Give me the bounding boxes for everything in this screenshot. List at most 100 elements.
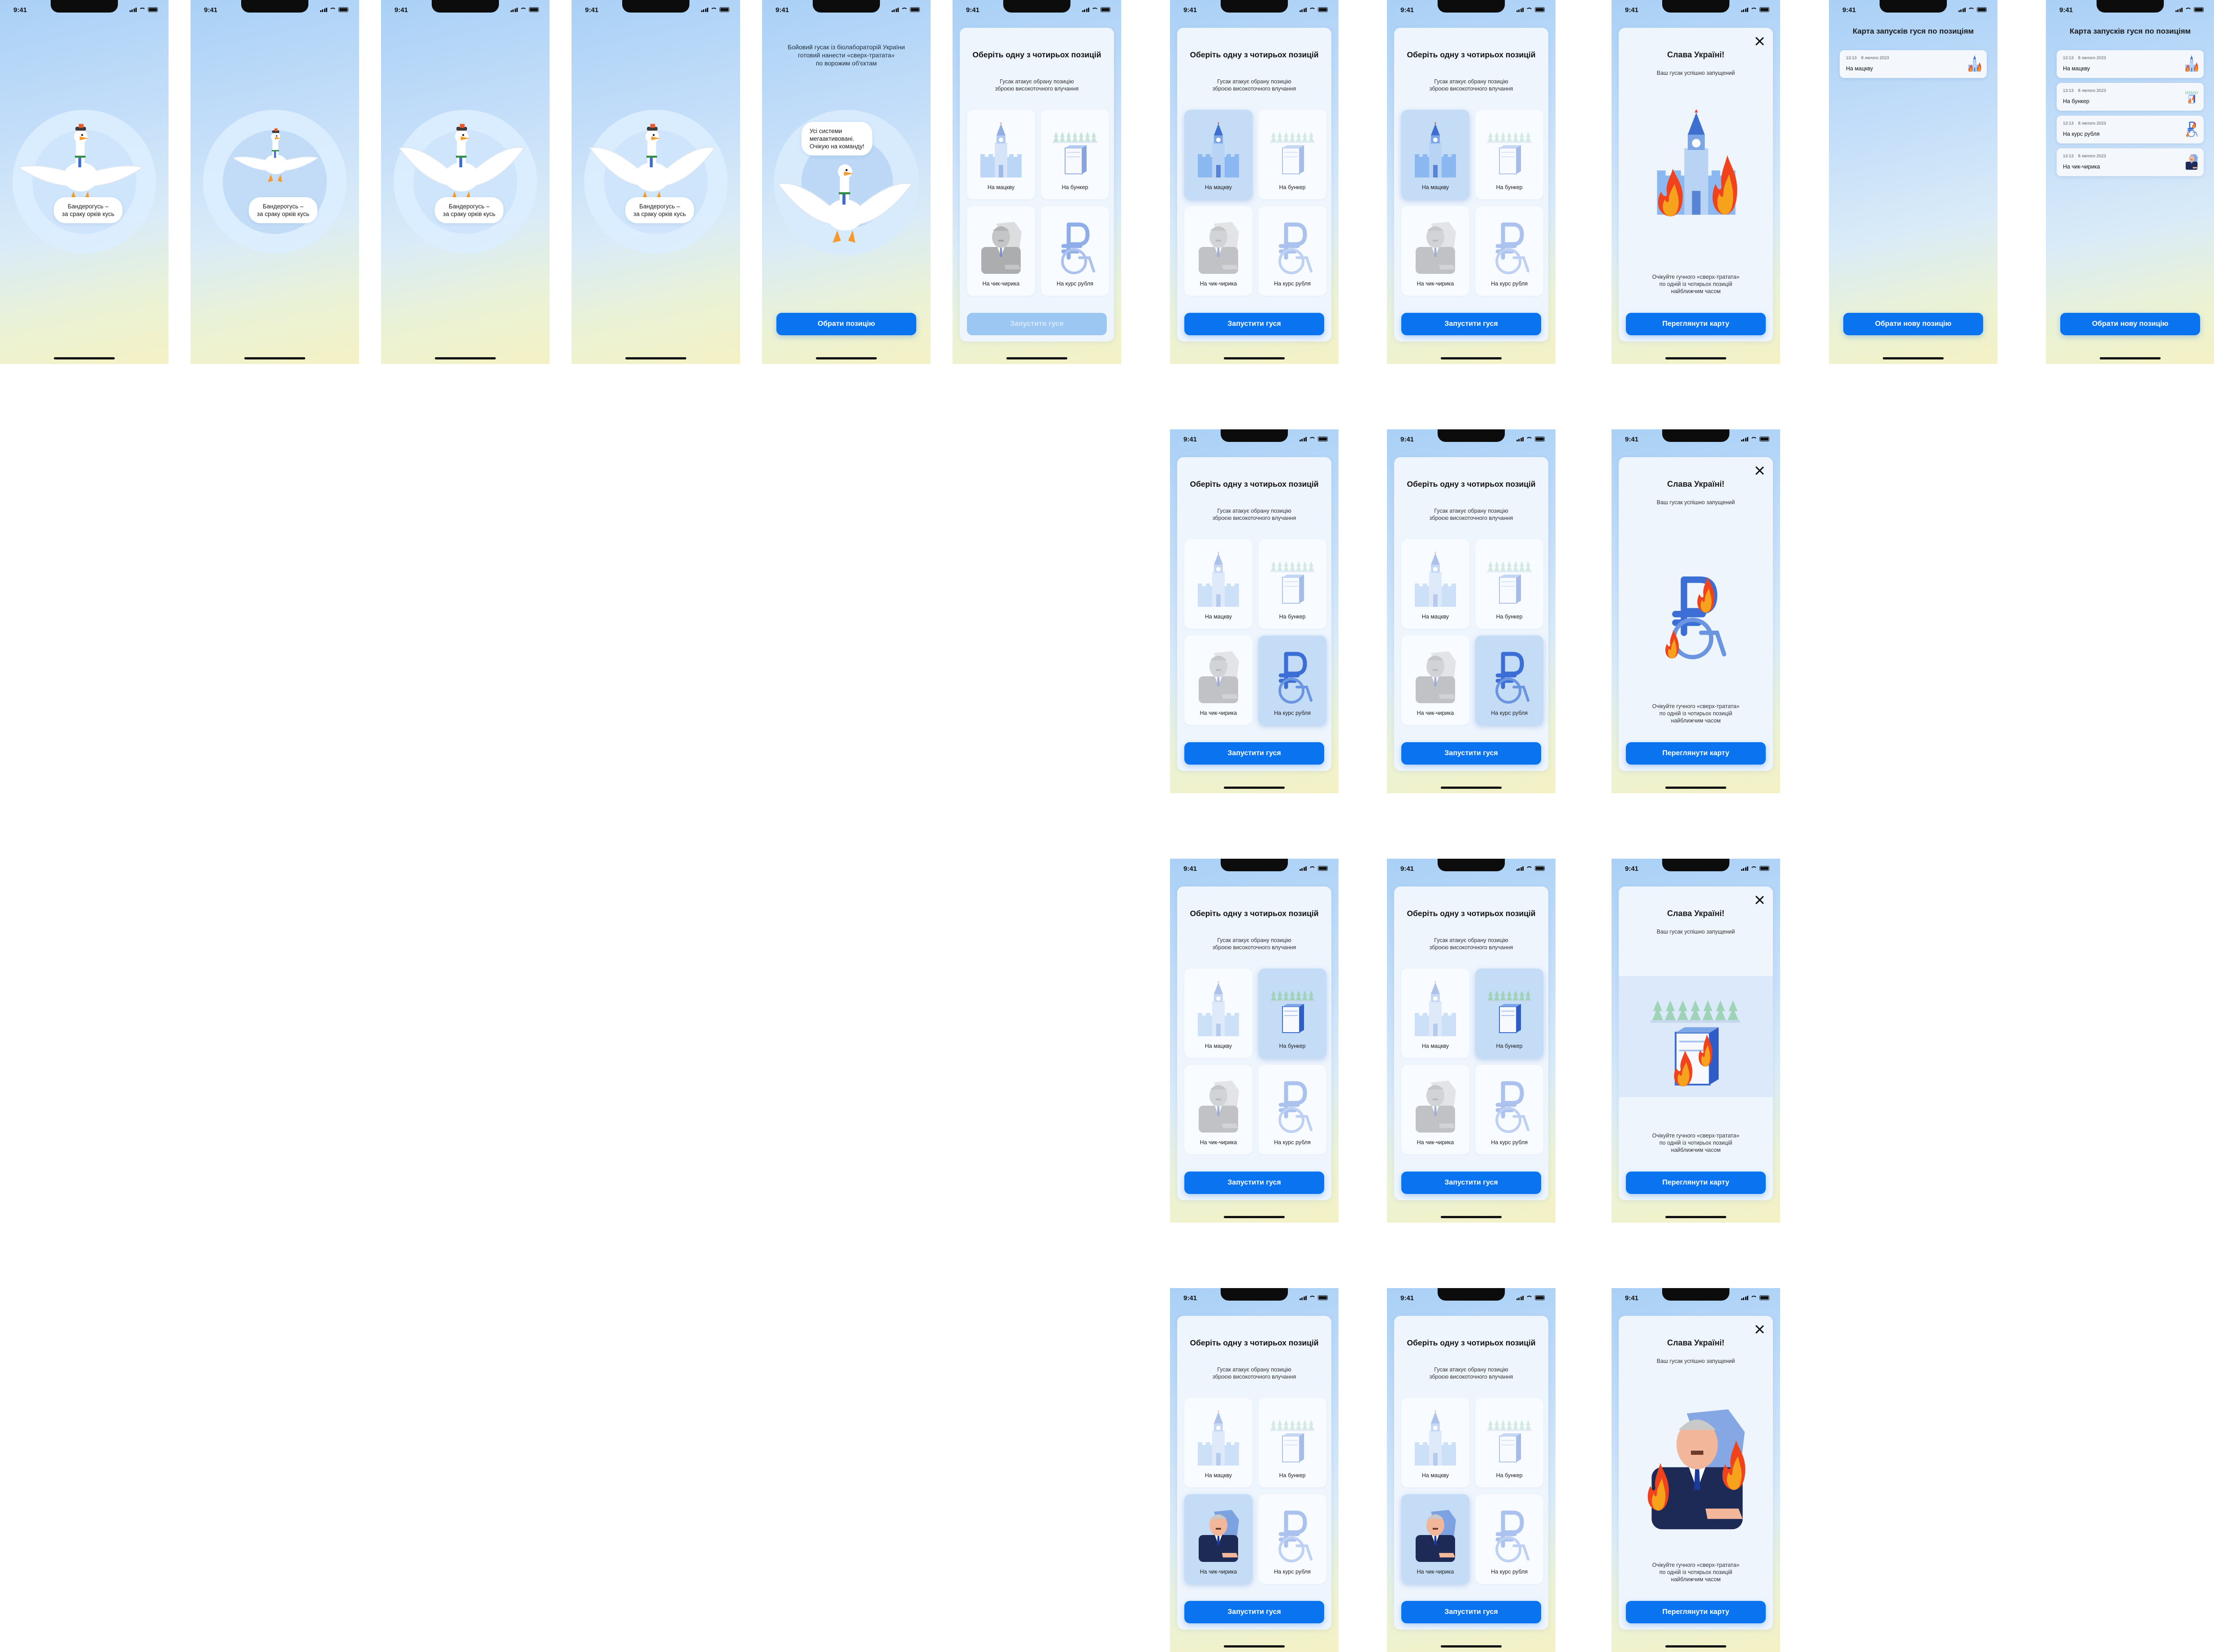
- close-icon[interactable]: [1754, 895, 1765, 905]
- battery-icon: [719, 7, 729, 12]
- status-bar: 9:41: [1612, 429, 1780, 447]
- launch-log-row[interactable]: 13:13 8 лютого 2023 На мацкву: [1840, 50, 1987, 78]
- tile-bunker[interactable]: На бункер: [1475, 110, 1543, 199]
- status-icons: [1741, 1295, 1769, 1300]
- view-map-button[interactable]: Переглянути карту: [1626, 1601, 1766, 1623]
- selection-subtitle: Гусак атакує обрану позицію зброєю висок…: [1429, 78, 1513, 92]
- launch-log-row[interactable]: 13:13 8 лютого 2023 На бункер: [2057, 83, 2204, 111]
- wifi-icon: [520, 8, 527, 12]
- tile-ruble[interactable]: На курс рубля: [1258, 636, 1326, 725]
- tile-dictator[interactable]: На чик-чирика: [1184, 1065, 1252, 1155]
- launch-log-row[interactable]: 13:13 8 лютого 2023 На чик-чирика: [2057, 148, 2204, 176]
- tile-dictator[interactable]: На чик-чирика: [1401, 1494, 1469, 1584]
- tile-dictator[interactable]: На чик-чирика: [1184, 1494, 1252, 1584]
- target-label: На курс рубля: [1491, 710, 1528, 716]
- status-bar: 9:41: [1829, 0, 1997, 18]
- status-icons: [1516, 7, 1545, 12]
- status-icons: [1299, 7, 1328, 12]
- wifi-icon: [1092, 8, 1098, 12]
- tile-ruble[interactable]: На курс рубля: [1258, 1065, 1326, 1155]
- status-time: 9:41: [1625, 1294, 1639, 1302]
- dictator-icon: [1416, 651, 1456, 703]
- tile-bunker[interactable]: На бункер: [1258, 110, 1326, 199]
- launch-goose-button[interactable]: Запустити гуся: [1184, 313, 1324, 335]
- tile-moscow[interactable]: На мацкву: [1401, 969, 1469, 1058]
- battery-icon: [1759, 1295, 1769, 1300]
- choose-new-position-button[interactable]: Обрати нову позицію: [1843, 313, 1983, 335]
- launch-log-row[interactable]: 13:13 8 лютого 2023 На курс рубля: [2057, 116, 2204, 143]
- tile-moscow[interactable]: На мацкву: [1184, 1398, 1252, 1488]
- launch-goose-button[interactable]: Запустити гуся: [1401, 742, 1541, 765]
- view-map-button[interactable]: Переглянути карту: [1626, 313, 1766, 335]
- tile-ruble[interactable]: На курс рубля: [1041, 206, 1109, 296]
- tile-bunker[interactable]: На бункер: [1475, 1398, 1543, 1488]
- tile-bunker[interactable]: На бункер: [1041, 110, 1109, 199]
- launch-goose-button[interactable]: Запустити гуся: [1184, 1601, 1324, 1623]
- battery-icon: [1318, 1295, 1328, 1300]
- tile-ruble[interactable]: На курс рубля: [1258, 206, 1326, 296]
- status-bar: 9:41: [1387, 859, 1555, 877]
- cellular-signal-icon: [1299, 866, 1307, 871]
- tile-dictator[interactable]: На чик-чирика: [1401, 1065, 1469, 1155]
- intro-screen: 9:41 Бандерогусь – за сраку орків кусь: [191, 0, 359, 364]
- launch-goose-button[interactable]: Запустити гуся: [1401, 1601, 1541, 1623]
- intro-screen: 9:41 Бандерогусь – за сраку орків кусь: [381, 0, 550, 364]
- launch-goose-button[interactable]: Запустити гуся: [967, 313, 1107, 335]
- tile-ruble[interactable]: На курс рубля: [1475, 636, 1543, 725]
- tile-dictator[interactable]: На чик-чирика: [1184, 636, 1252, 725]
- tile-ruble[interactable]: На курс рубля: [1475, 1494, 1543, 1584]
- launch-log-row[interactable]: 13:13 8 лютого 2023 На мацкву: [2057, 50, 2204, 78]
- tile-dictator[interactable]: На чик-чирика: [967, 206, 1035, 296]
- tile-dictator[interactable]: На чик-чирика: [1401, 636, 1469, 725]
- cellular-signal-icon: [701, 8, 708, 12]
- tile-moscow[interactable]: На мацкву: [1184, 539, 1252, 629]
- tile-moscow[interactable]: На мацкву: [967, 110, 1035, 199]
- launch-goose-button[interactable]: Запустити гуся: [1401, 313, 1541, 335]
- target-label: На мацкву: [1421, 184, 1449, 190]
- launch-map-screen: 9:41 Карта запусків гуся по позиціям 13:…: [1829, 0, 1997, 364]
- tile-ruble[interactable]: На курс рубля: [1475, 1065, 1543, 1155]
- close-icon[interactable]: [1754, 1324, 1765, 1335]
- home-indicator: [54, 357, 115, 359]
- battery-icon: [1535, 7, 1545, 12]
- target-label: На курс рубля: [1274, 281, 1311, 287]
- launch-goose-button[interactable]: Запустити гуся: [1184, 1172, 1324, 1194]
- target-label: На бункер: [1496, 1472, 1523, 1479]
- tile-bunker[interactable]: На бункер: [1258, 969, 1326, 1058]
- tile-ruble[interactable]: На курс рубля: [1475, 206, 1543, 296]
- tile-bunker[interactable]: На бункер: [1258, 539, 1326, 629]
- tile-moscow[interactable]: На мацкву: [1184, 969, 1252, 1058]
- target-label: На мацкву: [1204, 1472, 1232, 1479]
- tile-moscow[interactable]: На мацкву: [1401, 110, 1469, 199]
- close-icon[interactable]: [1754, 36, 1765, 47]
- tile-dictator[interactable]: На чик-чирика: [1401, 206, 1469, 296]
- tile-moscow[interactable]: На мацкву: [1184, 110, 1252, 199]
- tile-moscow[interactable]: На мацкву: [1401, 539, 1469, 629]
- choose-new-position-button[interactable]: Обрати нову позицію: [2060, 313, 2200, 335]
- dictator-icon: [1416, 1510, 1456, 1562]
- status-time: 9:41: [1842, 6, 1856, 14]
- status-time: 9:41: [1625, 865, 1639, 873]
- tile-bunker[interactable]: На бункер: [1475, 969, 1543, 1058]
- launch-goose-button[interactable]: Запустити гуся: [1401, 1172, 1541, 1194]
- wifi-icon: [1526, 8, 1533, 12]
- view-map-button[interactable]: Переглянути карту: [1626, 742, 1766, 765]
- status-bar: 9:41: [1170, 429, 1339, 447]
- selection-card: Оберіть одну з чотирьох позицій Гусак ат…: [960, 28, 1114, 342]
- view-map-button[interactable]: Переглянути карту: [1626, 1172, 1766, 1194]
- launch-goose-button[interactable]: Запустити гуся: [1184, 742, 1324, 765]
- tile-bunker[interactable]: На бункер: [1475, 539, 1543, 629]
- tile-dictator[interactable]: На чик-чирика: [1184, 206, 1252, 296]
- tile-bunker[interactable]: На бункер: [1258, 1398, 1326, 1488]
- choose-position-button[interactable]: Обрати позицію: [776, 313, 916, 335]
- cellular-signal-icon: [510, 8, 518, 12]
- home-indicator: [1665, 787, 1726, 789]
- tile-ruble[interactable]: На курс рубля: [1258, 1494, 1326, 1584]
- wifi-icon: [2185, 8, 2192, 12]
- target-label: На чик-чирика: [1417, 281, 1454, 287]
- tile-moscow[interactable]: На мацкву: [1401, 1398, 1469, 1488]
- ruble-wheelchair-icon: [1495, 1510, 1529, 1562]
- close-icon[interactable]: [1754, 465, 1765, 476]
- success-screen: 9:41 Слава Україні! Ваш гусак успішно за…: [1612, 1288, 1780, 1652]
- kremlin-icon: [1415, 551, 1456, 607]
